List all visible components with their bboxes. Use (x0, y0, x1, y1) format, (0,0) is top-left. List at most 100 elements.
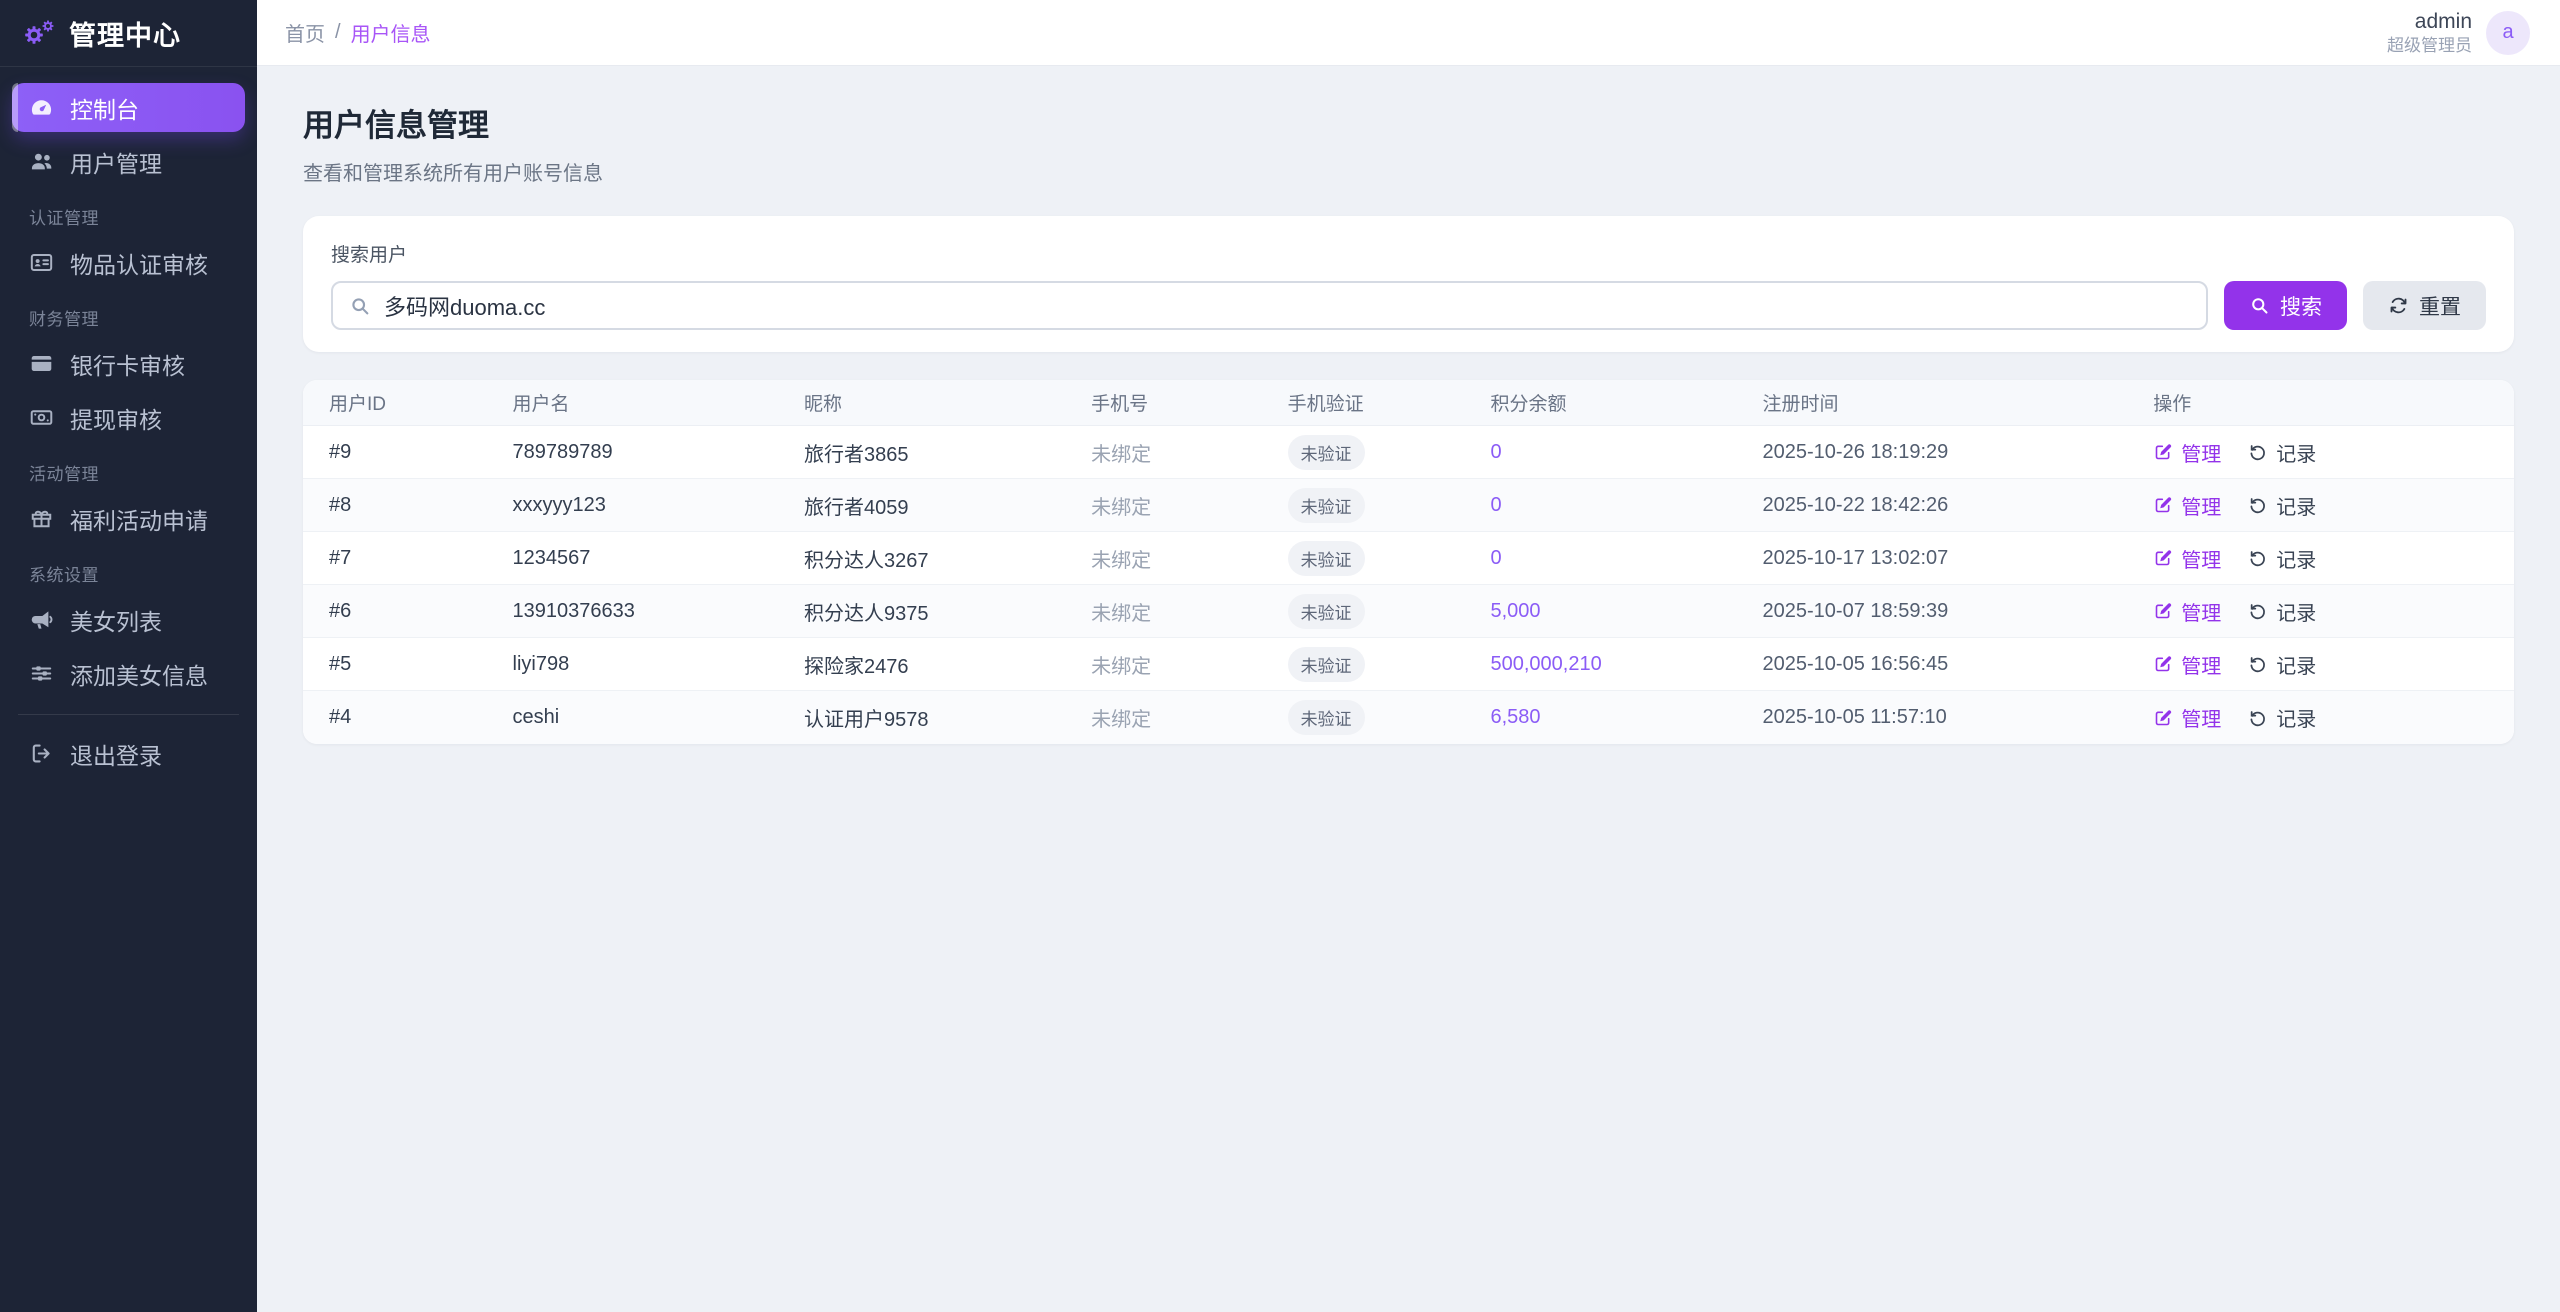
column-header-actions: 操作 (2153, 389, 2488, 416)
points-balance: 6,580 (1491, 706, 1763, 729)
username: 789789789 (513, 441, 804, 464)
user-role: 超级管理员 (2387, 35, 2472, 56)
phone: 未绑定 (1091, 438, 1287, 467)
phone-verify-badge: 未验证 (1288, 700, 1365, 735)
records-link[interactable]: 记录 (2248, 703, 2316, 732)
reset-button[interactable]: 重置 (2363, 281, 2486, 330)
points-balance: 5,000 (1491, 600, 1763, 623)
registered-time: 2025-10-26 18:19:29 (1763, 441, 2154, 464)
username: 13910376633 (513, 600, 804, 623)
sidebar-item-logout[interactable]: 退出登录 (12, 729, 245, 778)
search-button-label: 搜索 (2280, 291, 2322, 321)
column-header-points: 积分余额 (1491, 389, 1763, 416)
bullhorn-icon (29, 607, 54, 632)
username: 1234567 (513, 547, 804, 570)
sidebar-item-item-auth-review[interactable]: 物品认证审核 (12, 238, 245, 287)
edit-icon (2153, 708, 2173, 728)
manage-link[interactable]: 管理 (2153, 544, 2221, 573)
sidebar-item-label: 添加美女信息 (70, 657, 208, 691)
users-table: 用户ID 用户名 昵称 手机号 手机验证 积分余额 注册时间 操作 #9 789… (303, 380, 2514, 744)
manage-link[interactable]: 管理 (2153, 438, 2221, 467)
user-meta: admin 超级管理员 (2387, 9, 2472, 57)
phone-verify-badge: 未验证 (1288, 435, 1365, 470)
nickname: 探险家2476 (804, 650, 1091, 679)
phone-verify-badge: 未验证 (1288, 594, 1365, 629)
manage-link[interactable]: 管理 (2153, 491, 2221, 520)
search-card: 搜索用户 搜索 重置 (303, 216, 2514, 352)
sidebar-item-label: 福利活动申请 (70, 502, 208, 536)
column-header-nickname: 昵称 (804, 389, 1091, 416)
user-name: admin (2387, 9, 2472, 35)
history-icon (2248, 654, 2268, 674)
sidebar-item-welfare-application[interactable]: 福利活动申请 (12, 494, 245, 543)
manage-link[interactable]: 管理 (2153, 703, 2221, 732)
refresh-icon (2388, 295, 2409, 316)
user-id: #6 (329, 600, 513, 623)
sidebar-item-dashboard[interactable]: 控制台 (12, 83, 245, 132)
column-header-phone: 手机号 (1091, 389, 1287, 416)
search-input-wrap (331, 281, 2208, 330)
username: xxxyyy123 (513, 494, 804, 517)
id-card-icon (29, 250, 54, 275)
nickname: 旅行者4059 (804, 491, 1091, 520)
edit-icon (2153, 442, 2173, 462)
column-header-user-id: 用户ID (329, 389, 513, 416)
cogs-icon (22, 18, 56, 48)
avatar[interactable]: a (2486, 11, 2530, 55)
phone: 未绑定 (1091, 544, 1287, 573)
registered-time: 2025-10-05 16:56:45 (1763, 653, 2154, 676)
sidebar-item-add-beauty-info[interactable]: 添加美女信息 (12, 649, 245, 698)
sidebar-item-bank-card-review[interactable]: 银行卡审核 (12, 339, 245, 388)
search-icon (2249, 295, 2270, 316)
nickname: 积分达人3267 (804, 544, 1091, 573)
manage-link[interactable]: 管理 (2153, 650, 2221, 679)
table-row: #9 789789789 旅行者3865 未绑定 未验证 0 2025-10-2… (303, 426, 2514, 479)
edit-icon (2153, 495, 2173, 515)
search-input[interactable] (384, 293, 2190, 319)
sidebar-section-system: 系统设置 (12, 548, 245, 595)
points-balance: 0 (1491, 547, 1763, 570)
sidebar-item-label: 银行卡审核 (70, 347, 185, 381)
username: liyi798 (513, 653, 804, 676)
history-icon (2248, 548, 2268, 568)
edit-icon (2153, 601, 2173, 621)
phone-verify-badge: 未验证 (1288, 488, 1365, 523)
sidebar-section-finance: 财务管理 (12, 292, 245, 339)
sidebar-item-label: 物品认证审核 (70, 246, 208, 280)
sidebar-divider (18, 714, 239, 715)
page-title: 用户信息管理 (303, 100, 2514, 145)
registered-time: 2025-10-17 13:02:07 (1763, 547, 2154, 570)
user-id: #9 (329, 441, 513, 464)
money-bill-icon (29, 405, 54, 430)
points-balance: 500,000,210 (1491, 653, 1763, 676)
records-link[interactable]: 记录 (2248, 544, 2316, 573)
breadcrumb-home[interactable]: 首页 (285, 18, 325, 47)
sidebar-item-label: 提现审核 (70, 401, 162, 435)
user-box: admin 超级管理员 a (2387, 9, 2530, 57)
records-link[interactable]: 记录 (2248, 491, 2316, 520)
history-icon (2248, 442, 2268, 462)
records-link[interactable]: 记录 (2248, 438, 2316, 467)
admin-app: 管理中心 控制台 用户管理 认证管理 物品认证审核 财务管理 银行卡审核 (0, 0, 2560, 1312)
user-id: #5 (329, 653, 513, 676)
breadcrumb-current: 用户信息 (351, 18, 431, 47)
sign-out-icon (29, 741, 54, 766)
username: ceshi (513, 706, 804, 729)
sidebar-item-withdraw-review[interactable]: 提现审核 (12, 393, 245, 442)
search-label: 搜索用户 (331, 240, 2486, 267)
table-row: #8 xxxyyy123 旅行者4059 未绑定 未验证 0 2025-10-2… (303, 479, 2514, 532)
sidebar-item-beauty-list[interactable]: 美女列表 (12, 595, 245, 644)
sidebar-item-label: 控制台 (70, 91, 139, 125)
records-link[interactable]: 记录 (2248, 597, 2316, 626)
sidebar-item-label: 退出登录 (70, 737, 162, 771)
sidebar-item-user-management[interactable]: 用户管理 (12, 137, 245, 186)
table-body: #9 789789789 旅行者3865 未绑定 未验证 0 2025-10-2… (303, 426, 2514, 744)
edit-icon (2153, 548, 2173, 568)
search-row: 搜索 重置 (331, 281, 2486, 330)
search-button[interactable]: 搜索 (2224, 281, 2347, 330)
records-link[interactable]: 记录 (2248, 650, 2316, 679)
table-row: #6 13910376633 积分达人9375 未绑定 未验证 5,000 20… (303, 585, 2514, 638)
manage-link[interactable]: 管理 (2153, 597, 2221, 626)
brand-title: 管理中心 (69, 14, 181, 53)
brand: 管理中心 (0, 0, 257, 66)
